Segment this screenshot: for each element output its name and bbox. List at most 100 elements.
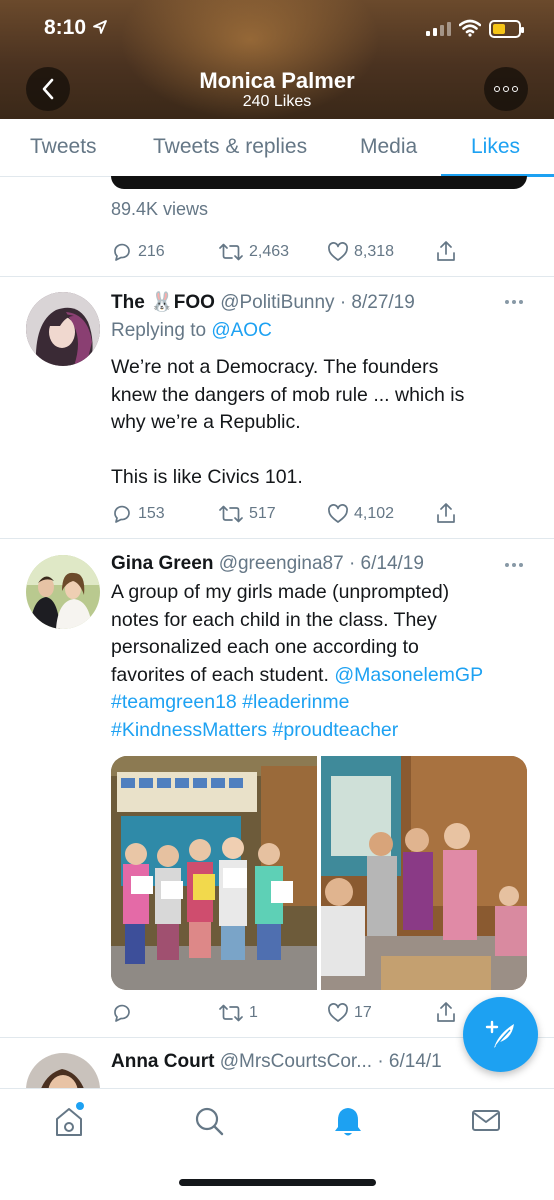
- reply-button[interactable]: 153: [111, 503, 165, 525]
- search-icon[interactable]: [193, 1105, 225, 1137]
- more-button[interactable]: [484, 67, 528, 111]
- tab-tweets-replies[interactable]: Tweets & replies: [153, 135, 307, 159]
- compose-tweet-button[interactable]: [463, 997, 538, 1072]
- tweet-text-line: #KindnessMatters #proudteacher: [111, 717, 531, 745]
- battery-icon: [489, 20, 524, 38]
- replying-to-handle[interactable]: @AOC: [211, 320, 271, 341]
- avatar-image: [26, 292, 100, 366]
- share-icon: [437, 503, 455, 523]
- like-button[interactable]: 8,318: [327, 241, 394, 263]
- mention-link[interactable]: @MasonelemGP: [334, 664, 483, 686]
- retweet-button[interactable]: 2,463: [218, 241, 289, 263]
- signal-icon: [426, 22, 451, 36]
- tweet-date: · 8/27/19: [339, 292, 415, 313]
- compose-icon: [485, 1020, 514, 1048]
- display-name-prefix: The: [111, 292, 145, 313]
- retweet-count: 1: [249, 1004, 258, 1021]
- location-arrow-icon: [93, 20, 107, 34]
- video-player[interactable]: [111, 176, 527, 189]
- photo-classroom-group[interactable]: [111, 756, 317, 990]
- photo-image: [321, 756, 527, 990]
- share-button[interactable]: [435, 501, 457, 525]
- wifi-icon: [459, 19, 481, 37]
- display-name[interactable]: Anna Court: [111, 1051, 214, 1072]
- user-handle[interactable]: @MrsCourtsCor...: [220, 1051, 372, 1072]
- status-time: 8:10: [44, 16, 87, 39]
- retweet-count: 2,463: [249, 243, 290, 260]
- reply-button[interactable]: [111, 1002, 138, 1024]
- share-button[interactable]: [435, 1000, 457, 1024]
- more-icon-dot: [512, 86, 518, 92]
- tweet-media[interactable]: [111, 756, 527, 990]
- like-button[interactable]: 17: [327, 1002, 372, 1024]
- hashtag-link[interactable]: #proudteacher: [273, 719, 399, 741]
- display-name[interactable]: The 🐰FOO: [111, 292, 215, 313]
- retweet-icon: [219, 1004, 243, 1022]
- avatar[interactable]: [26, 555, 100, 629]
- profile-header: 8:10 Monica Palmer 240 Likes: [0, 0, 554, 119]
- share-icon: [437, 241, 455, 261]
- tweet-header: Gina Green @greengina87 · 6/14/19: [111, 553, 424, 575]
- profile-name: Monica Palmer: [199, 68, 355, 93]
- tab-tweets[interactable]: Tweets: [30, 135, 97, 159]
- display-name-suffix: FOO: [173, 292, 215, 313]
- tweet-menu-icon[interactable]: [505, 300, 525, 306]
- avatar-image: [26, 555, 100, 629]
- like-icon: [328, 1003, 348, 1022]
- retweet-button[interactable]: 517: [218, 503, 276, 525]
- more-icon-dot: [503, 86, 509, 92]
- tweet-menu-icon[interactable]: [505, 563, 525, 569]
- hashtag-link[interactable]: #leaderinme: [242, 691, 349, 713]
- tweet-text: We’re not a Democracy. The founders knew…: [111, 354, 531, 492]
- tweet-text: A group of my girls made (unprompted) no…: [111, 579, 531, 744]
- hashtag-link[interactable]: #teamgreen18: [111, 691, 237, 713]
- share-icon: [437, 1002, 455, 1022]
- like-count: 8,318: [354, 243, 395, 260]
- reply-count: 216: [138, 243, 165, 260]
- home-icon[interactable]: [54, 1105, 84, 1139]
- retweet-count: 517: [249, 505, 276, 522]
- display-name[interactable]: Gina Green: [111, 553, 213, 574]
- photo-classroom-activity[interactable]: [321, 756, 527, 990]
- tweet-text-line: #teamgreen18 #leaderinme: [111, 689, 531, 717]
- reply-button[interactable]: 216: [111, 241, 165, 263]
- tweet-divider: [0, 538, 554, 539]
- like-count: 4,102: [354, 505, 395, 522]
- user-handle[interactable]: @PolitiBunny: [220, 292, 334, 313]
- more-icon: [494, 86, 500, 92]
- tweet-text-line: favorites of each student. @MasonelemGP: [111, 662, 531, 690]
- messages-icon[interactable]: [471, 1105, 501, 1135]
- likes-count: 240 Likes: [242, 93, 312, 110]
- like-button[interactable]: 4,102: [327, 503, 394, 525]
- retweet-button[interactable]: 1: [218, 1002, 258, 1024]
- tweet-text-fragment: favorites of each student.: [111, 663, 329, 686]
- retweet-icon: [219, 243, 243, 261]
- tweet-text-line: knew the dangers of mob rule ... which i…: [111, 383, 465, 406]
- tab-likes[interactable]: Likes: [471, 135, 520, 159]
- reply-icon: [114, 243, 130, 261]
- tweet-text-line: This is like Civics 101.: [111, 466, 303, 488]
- tweet-text-line: We’re not a Democracy. The founders: [111, 356, 439, 378]
- avatar[interactable]: [26, 292, 100, 366]
- view-count: 89.4K views: [111, 199, 209, 219]
- tab-media[interactable]: Media: [360, 135, 417, 159]
- photo-image: [111, 756, 317, 990]
- retweet-icon: [219, 505, 243, 523]
- home-indicator: [179, 1179, 376, 1186]
- new-content-indicator: [76, 1102, 84, 1110]
- tweet-text-line: why we’re a Republic.: [111, 411, 301, 433]
- tweet-date: · 6/14/19: [348, 553, 424, 574]
- hashtag-link[interactable]: #KindnessMatters: [111, 719, 267, 741]
- profile-tabs: Tweets Tweets & replies Media Likes: [0, 119, 554, 177]
- like-count: 17: [354, 1004, 372, 1021]
- user-handle[interactable]: @greengina87: [219, 553, 344, 574]
- tweet-divider: [0, 276, 554, 277]
- share-button[interactable]: [435, 239, 457, 263]
- tweet-header: The 🐰FOO @PolitiBunny · 8/27/19: [111, 290, 415, 314]
- replying-to: Replying to @AOC: [111, 320, 272, 342]
- notifications-icon[interactable]: [333, 1105, 363, 1139]
- reply-icon: [114, 505, 130, 523]
- like-icon: [328, 242, 348, 261]
- tweet-header: Anna Court @MrsCourtsCor... · 6/14/1: [111, 1051, 442, 1073]
- tweet-text-line: A group of my girls made (unprompted): [111, 581, 450, 603]
